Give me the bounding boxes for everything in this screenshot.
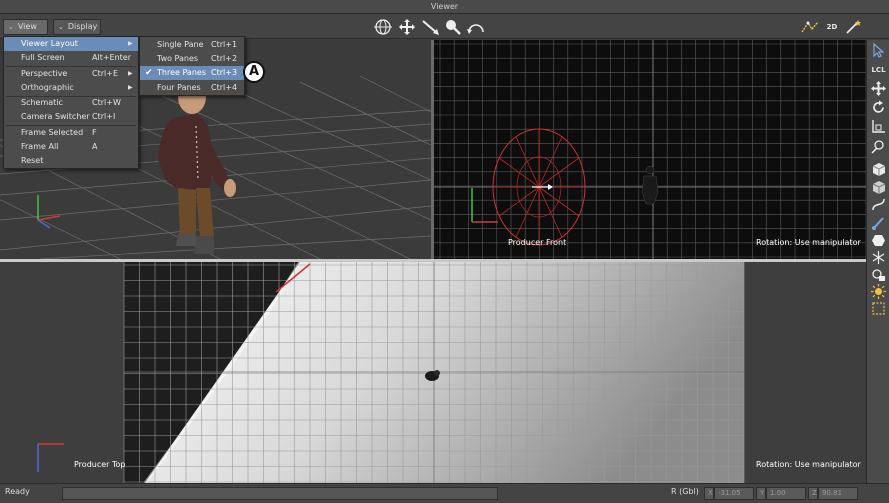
menu-item-full-screen[interactable]: Full Screen Alt+Enter — [4, 51, 138, 65]
viewer-layout-submenu: Single Pane Ctrl+1 Two Panes Ctrl+2 ✔ Th… — [139, 36, 245, 96]
z-value-field[interactable]: 90.81 — [818, 487, 858, 500]
rotate-icon[interactable] — [870, 99, 887, 116]
chevron-down-icon: ⌄ — [8, 23, 14, 31]
front-pane-label: Producer Front — [508, 238, 567, 247]
callout-marker: A — [243, 61, 265, 83]
view-menu-button[interactable]: ⌄ View — [3, 19, 48, 35]
menu-item-schematic[interactable]: Schematic Ctrl+W — [4, 96, 138, 110]
status-progress-field — [62, 487, 498, 500]
top-grid — [0, 262, 866, 483]
hexagon-icon[interactable] — [870, 232, 887, 249]
menu-item-viewer-layout[interactable]: Viewer Layout ▶ — [4, 37, 138, 51]
2d-icon[interactable]: 2D — [822, 18, 842, 36]
window-title: Viewer — [0, 0, 889, 14]
curve-icon[interactable] — [870, 196, 887, 213]
view-menu: Viewer Layout ▶ Full Screen Alt+Enter Pe… — [3, 36, 139, 169]
pan-icon[interactable] — [397, 18, 417, 36]
brush-icon[interactable] — [870, 214, 887, 231]
chevron-right-icon: ▶ — [128, 70, 133, 77]
display-menu-button[interactable]: ⌄ Display — [53, 19, 101, 35]
roll-icon[interactable] — [466, 18, 486, 36]
scale-icon[interactable] — [870, 118, 887, 135]
chevron-right-icon: ▶ — [128, 40, 133, 47]
menu-item-camera-switcher[interactable]: Camera Switcher Ctrl+I — [4, 110, 138, 124]
object-mode-icon[interactable] — [870, 161, 887, 178]
top-pane-label: Producer Top — [74, 460, 126, 469]
zoom-icon[interactable] — [443, 18, 463, 36]
menu-item-four-panes[interactable]: Four Panes Ctrl+4 — [140, 81, 244, 95]
top-rotation-label: Rotation: Use manipulator — [756, 460, 861, 469]
producer-front-viewport[interactable]: Producer Front Rotation: Use manipulator — [434, 40, 866, 259]
transform-icon[interactable] — [870, 138, 887, 155]
local-icon[interactable]: LCL — [870, 62, 887, 79]
lock-icon[interactable] — [870, 266, 887, 283]
viewer-window: Viewer ⌄ View ⌄ Display 2D Producer Fron… — [0, 0, 889, 503]
front-rotation-label: Rotation: Use manipulator — [756, 238, 861, 247]
menu-item-frame-selected[interactable]: Frame Selected F — [4, 126, 138, 140]
chevron-right-icon: ▶ — [128, 84, 133, 91]
menu-item-frame-all[interactable]: Frame All A — [4, 140, 138, 154]
tool-strip: LCL — [866, 40, 889, 483]
component-mode-icon[interactable] — [870, 179, 887, 196]
status-message: Ready — [5, 487, 30, 496]
magic-icon[interactable] — [843, 18, 863, 36]
rotation-mode-label: R (Gbl) — [671, 487, 699, 496]
dolly-icon[interactable] — [421, 18, 441, 36]
chevron-down-icon: ⌄ — [58, 23, 64, 31]
x-value-field[interactable]: -31.05 — [714, 487, 754, 500]
checkmark-icon: ✔ — [145, 68, 153, 78]
menu-item-three-panes[interactable]: ✔ Three Panes Ctrl+3 — [140, 66, 244, 80]
status-bar: Ready R (Gbl) X -31.05 Y 1.00 Z 90.81 — [0, 483, 889, 503]
light-icon[interactable] — [870, 283, 887, 300]
select-icon[interactable] — [870, 42, 887, 59]
orbit-icon[interactable] — [373, 18, 393, 36]
menu-item-single-pane[interactable]: Single Pane Ctrl+1 — [140, 38, 244, 52]
menu-item-perspective[interactable]: Perspective Ctrl+E ▶ — [4, 67, 138, 81]
skeleton-icon[interactable] — [870, 249, 887, 266]
front-grid — [434, 40, 866, 259]
y-axis-label: Y — [756, 487, 766, 500]
menu-item-reset[interactable]: Reset — [4, 154, 138, 168]
menu-item-orthographic[interactable]: Orthographic ▶ — [4, 81, 138, 95]
producer-top-viewport[interactable]: Producer Top Rotation: Use manipulator — [0, 262, 866, 483]
menu-item-two-panes[interactable]: Two Panes Ctrl+2 — [140, 52, 244, 66]
translate-icon[interactable] — [870, 80, 887, 97]
z-axis-label: Z — [808, 487, 818, 500]
path-icon[interactable] — [800, 18, 820, 36]
x-axis-label: X — [704, 487, 714, 500]
y-value-field[interactable]: 1.00 — [766, 487, 806, 500]
bounding-box-icon[interactable] — [870, 300, 887, 317]
